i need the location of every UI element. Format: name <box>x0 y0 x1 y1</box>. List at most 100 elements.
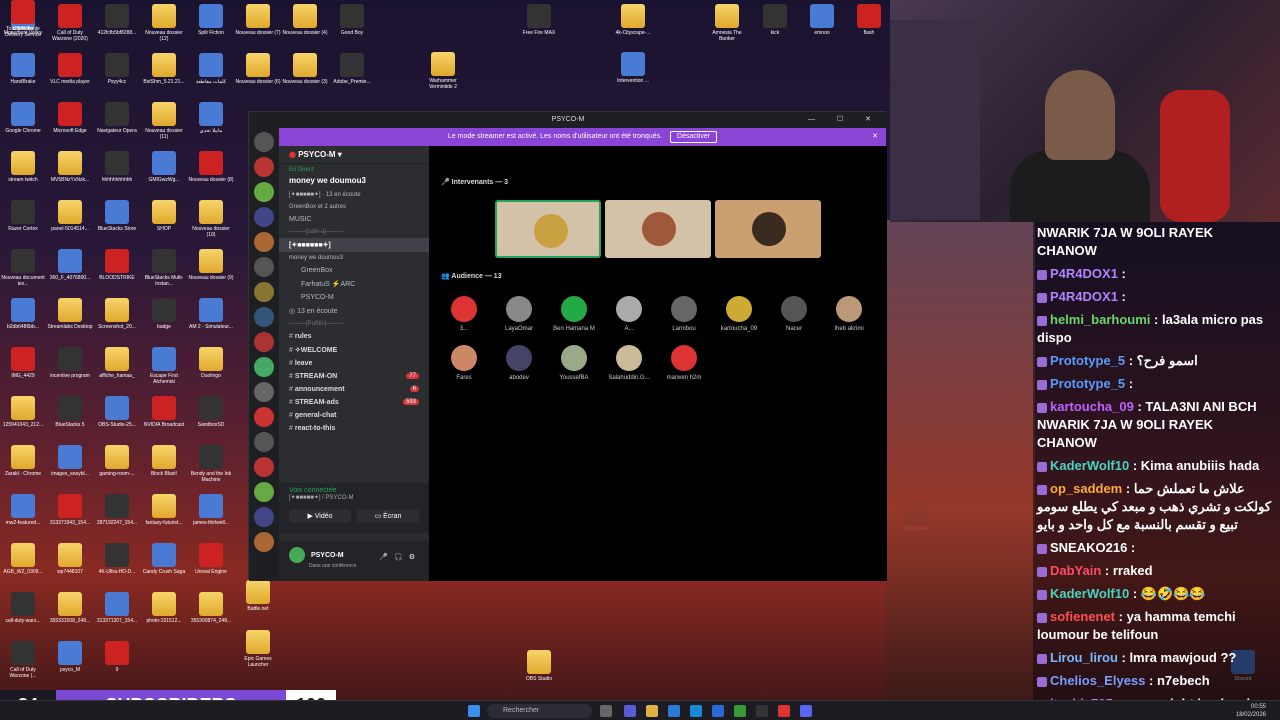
audience-member[interactable]: 3... <box>439 296 489 332</box>
stage-title[interactable]: money we doumou3 <box>279 176 429 188</box>
desktop-icon[interactable]: Candy Crush Saga <box>141 543 187 575</box>
desktop-icon[interactable]: AGB_WZ_0309... <box>0 543 46 575</box>
desktop-icon[interactable]: fantasy-futurist... <box>141 494 187 526</box>
audience-member[interactable]: marwen h2m <box>659 345 709 381</box>
desktop-icon[interactable]: Razer Cortex <box>0 200 46 232</box>
desktop-icon[interactable]: hhhhhhhhhhh <box>94 151 140 183</box>
voice-member[interactable]: PSYCO-M <box>279 291 429 304</box>
desktop-icon[interactable]: 287192247_154... <box>94 494 140 526</box>
desktop-icon[interactable]: Nouveau dossier (12) <box>141 4 187 42</box>
audience-header[interactable]: 👥 Audience — 13 <box>441 272 502 280</box>
desktop-icon[interactable]: 9 <box>94 641 140 673</box>
desktop-icon[interactable]: flash <box>846 4 892 36</box>
desktop-icon[interactable]: badge <box>141 298 187 330</box>
desktop-icon[interactable]: Split Fiction <box>188 4 234 36</box>
discord-window[interactable]: PSYCO-M — ☐ ✕ Le mode streamer est activ… <box>248 111 887 581</box>
discord-icon[interactable] <box>800 705 812 717</box>
desktop-icon[interactable]: Google Chrome <box>0 102 46 134</box>
chrome-icon[interactable] <box>734 705 746 717</box>
desktop-icon[interactable]: Nouveau dossier (11) <box>141 102 187 140</box>
desktop-icon[interactable]: SHOP <box>141 200 187 232</box>
desktop-icon[interactable]: 4k-Cityscape-... <box>610 4 656 36</box>
server-icon[interactable] <box>254 307 274 327</box>
server-icon[interactable] <box>254 132 274 152</box>
audience-member[interactable]: Ben Hamana M <box>549 296 599 332</box>
desktop-icon[interactable]: Warhammer Vermintide 2 <box>420 52 466 90</box>
voice-member[interactable]: GreenBox <box>279 264 429 277</box>
desktop-icon[interactable]: mw2-featured... <box>0 494 46 526</box>
desktop-icon[interactable]: Battle.net <box>235 580 281 612</box>
desktop-icon[interactable]: incentive program <box>47 347 93 379</box>
desktop-icon[interactable]: Free Fire MAX <box>516 4 562 36</box>
desktop-icon[interactable]: Screenshot_20... <box>94 298 140 330</box>
channel-item[interactable]: # ✧WELCOME <box>279 343 429 357</box>
desktop-icon[interactable]: SandboxSD <box>188 396 234 428</box>
desktop-icon[interactable]: VLC media player <box>47 53 93 85</box>
desktop-icon[interactable]: OBS Studio <box>516 650 562 682</box>
explorer-icon[interactable] <box>646 705 658 717</box>
desktop-icon[interactable]: affiche_hamaa_ <box>94 347 140 379</box>
opera-icon[interactable] <box>778 705 790 717</box>
desktop-icon[interactable]: Nouveau dossier (6) <box>235 53 281 85</box>
desktop-icon[interactable]: OBS-Studio-25... <box>94 396 140 428</box>
server-icon[interactable] <box>254 407 274 427</box>
desktop-icon[interactable]: Adobe_Premie... <box>329 53 375 85</box>
desktop-icon[interactable]: photo-151512... <box>141 592 187 624</box>
channel-item[interactable]: # STREAM-ON 77 <box>279 370 429 383</box>
desktop-icon[interactable]: 412fcfb5bf8288... <box>94 4 140 36</box>
audience-member[interactable]: Nacer <box>769 296 819 332</box>
settings-icon[interactable]: 🎤🎧⚙ <box>379 553 421 561</box>
channel-item[interactable]: # react-to-this <box>279 422 429 435</box>
desktop-icon[interactable]: MV5BNzYxNzk... <box>47 151 93 183</box>
desktop-icon[interactable]: كلمات مقاطعة <box>188 53 234 85</box>
desktop-icon[interactable]: Bendy and the Ink Machine <box>188 445 234 483</box>
audience-member[interactable]: A... <box>604 296 654 332</box>
search-input[interactable]: Rechercher <box>487 704 592 718</box>
audience-member[interactable]: Salahuddin.G... <box>604 345 654 381</box>
desktop-icon[interactable]: Streamlabs Desktop <box>47 298 93 330</box>
desktop-icon[interactable]: b2db6486bb... <box>0 298 46 330</box>
desktop-icon[interactable]: panel-5014514... <box>47 200 93 232</box>
clock[interactable]: 00:55 18/02/2026 <box>1236 703 1266 719</box>
desktop-icon[interactable]: Block Blast! <box>141 445 187 477</box>
desktop-icon[interactable]: psyco_M <box>47 641 93 673</box>
teams-icon[interactable] <box>624 705 636 717</box>
mail-icon[interactable] <box>712 705 724 717</box>
desktop-icon[interactable]: AM 2 - Simulateur... <box>188 298 234 330</box>
server-icon[interactable] <box>254 157 274 177</box>
desktop-icon[interactable]: Duolingo <box>188 347 234 379</box>
windows-start-icon[interactable] <box>468 705 480 717</box>
server-icon[interactable] <box>254 207 274 227</box>
desktop-icon[interactable]: Amnesia The Bunker <box>704 4 750 42</box>
desktop-icon[interactable]: Nouveau dossier (4) <box>282 4 328 36</box>
obs-icon[interactable] <box>756 705 768 717</box>
desktop-icon[interactable]: 125941043_212... <box>0 396 46 428</box>
desktop-icon[interactable]: Microsoft Edge <box>47 102 93 134</box>
desktop-icon[interactable]: Nouveau dossier (7) <box>235 4 281 36</box>
desktop-icon[interactable]: Escape First Alchemist <box>141 347 187 385</box>
server-icon[interactable] <box>254 282 274 302</box>
screen-button[interactable]: ▭ Écran <box>357 509 419 523</box>
channel-item[interactable]: # STREAM-ads 593 <box>279 396 429 409</box>
desktop-icon[interactable]: Unreal Engine <box>188 543 234 575</box>
audience-member[interactable]: abodev <box>494 345 544 381</box>
desktop-icon[interactable]: 313371943_154... <box>47 494 93 526</box>
edge-icon[interactable] <box>690 705 702 717</box>
desktop-icon[interactable]: BstShm_5.21.21... <box>141 53 187 85</box>
desktop-icon[interactable]: Call of Duty Warzone (... <box>0 641 46 679</box>
desktop-icon[interactable]: Navigateur Opera <box>94 102 140 134</box>
desktop-icon[interactable]: BlueStacks Multi-Instan... <box>141 249 187 287</box>
desktop-icon[interactable]: Nouveau dossier (9) <box>188 249 234 281</box>
desktop-icon[interactable]: Nouveau dossier (10) <box>188 200 234 238</box>
server-icon[interactable] <box>254 182 274 202</box>
voice-member[interactable]: FarhatuS ⚡ARC <box>279 277 429 291</box>
desktop-icon[interactable]: Zarakl - Chrome <box>0 445 46 477</box>
taskview-icon[interactable] <box>600 705 612 717</box>
server-icon[interactable] <box>254 482 274 502</box>
desktop-icon[interactable]: Psyy4cc <box>94 53 140 85</box>
desktop-icon[interactable]: 360_F_4076800... <box>47 249 93 281</box>
server-icon[interactable] <box>254 357 274 377</box>
avatar[interactable] <box>289 547 305 563</box>
audience-member[interactable]: YoussefBA <box>549 345 599 381</box>
desktop-icon[interactable]: emooo <box>799 4 845 36</box>
